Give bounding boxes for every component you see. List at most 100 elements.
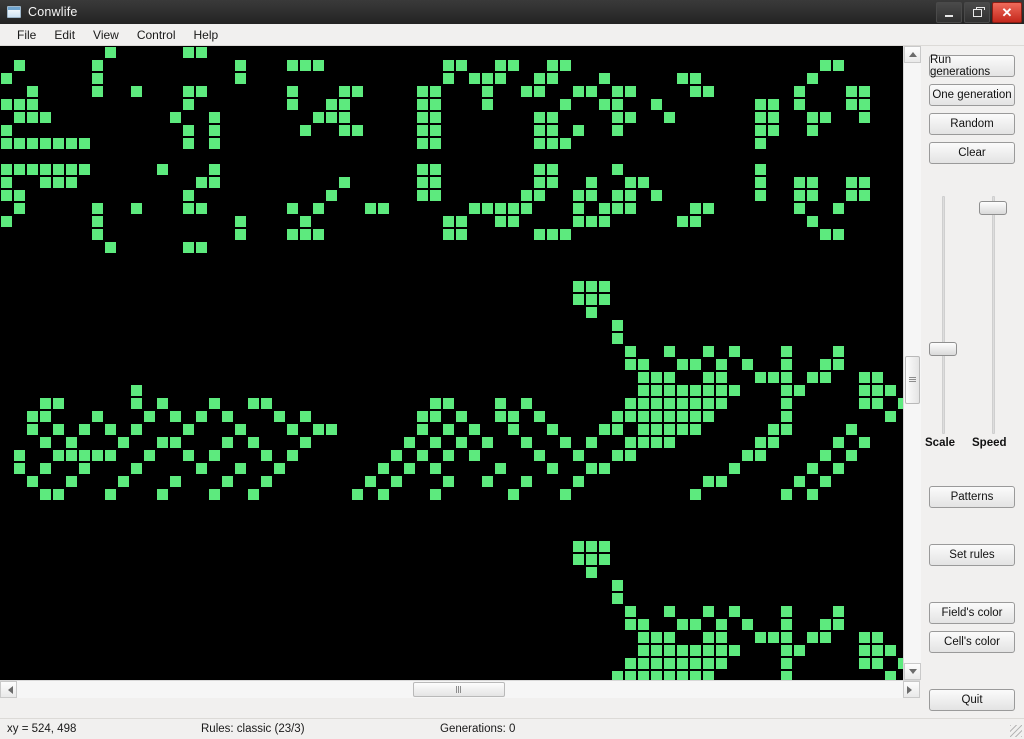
life-cell[interactable] xyxy=(547,177,558,188)
life-cell[interactable] xyxy=(833,359,844,370)
life-cell[interactable] xyxy=(586,463,597,474)
life-cell[interactable] xyxy=(716,372,727,383)
life-cell[interactable] xyxy=(443,60,454,71)
life-cell[interactable] xyxy=(638,372,649,383)
life-cell[interactable] xyxy=(859,437,870,448)
life-cell[interactable] xyxy=(677,385,688,396)
life-cell[interactable] xyxy=(27,411,38,422)
life-cell[interactable] xyxy=(352,125,363,136)
life-cell[interactable] xyxy=(586,554,597,565)
life-cell[interactable] xyxy=(638,359,649,370)
life-cell[interactable] xyxy=(183,450,194,461)
life-cell[interactable] xyxy=(339,86,350,97)
menu-item-file[interactable]: File xyxy=(8,26,45,44)
life-cell[interactable] xyxy=(794,385,805,396)
life-cell[interactable] xyxy=(703,411,714,422)
life-cell[interactable] xyxy=(430,86,441,97)
life-cell[interactable] xyxy=(183,99,194,110)
life-cell[interactable] xyxy=(781,398,792,409)
life-cell[interactable] xyxy=(222,437,233,448)
life-cell[interactable] xyxy=(1,190,12,201)
life-cell[interactable] xyxy=(612,320,623,331)
life-cell[interactable] xyxy=(430,411,441,422)
life-cell[interactable] xyxy=(53,424,64,435)
life-cell[interactable] xyxy=(183,86,194,97)
random-button[interactable]: Random xyxy=(929,113,1015,135)
life-cell[interactable] xyxy=(495,463,506,474)
life-cell[interactable] xyxy=(339,125,350,136)
life-cell[interactable] xyxy=(820,632,831,643)
life-cell[interactable] xyxy=(638,437,649,448)
life-cell[interactable] xyxy=(794,86,805,97)
life-cell[interactable] xyxy=(417,411,428,422)
life-cell[interactable] xyxy=(651,190,662,201)
life-cell[interactable] xyxy=(417,424,428,435)
menu-item-view[interactable]: View xyxy=(84,26,128,44)
life-cell[interactable] xyxy=(508,60,519,71)
life-cell[interactable] xyxy=(625,398,636,409)
life-cell[interactable] xyxy=(547,424,558,435)
life-cell[interactable] xyxy=(183,47,194,58)
life-cell[interactable] xyxy=(638,632,649,643)
life-cell[interactable] xyxy=(612,411,623,422)
life-cell[interactable] xyxy=(846,86,857,97)
life-cell[interactable] xyxy=(144,411,155,422)
life-cell[interactable] xyxy=(638,619,649,630)
life-cell[interactable] xyxy=(404,463,415,474)
life-cell[interactable] xyxy=(664,606,675,617)
life-cell[interactable] xyxy=(92,411,103,422)
life-cell[interactable] xyxy=(690,489,701,500)
life-cell[interactable] xyxy=(859,645,870,656)
life-cell[interactable] xyxy=(534,164,545,175)
life-cell[interactable] xyxy=(534,138,545,149)
life-cell[interactable] xyxy=(534,73,545,84)
life-cell[interactable] xyxy=(664,437,675,448)
life-cell[interactable] xyxy=(235,73,246,84)
life-cell[interactable] xyxy=(573,554,584,565)
life-cell[interactable] xyxy=(352,489,363,500)
life-cell[interactable] xyxy=(755,437,766,448)
life-cell[interactable] xyxy=(703,86,714,97)
life-cell[interactable] xyxy=(716,632,727,643)
life-cell[interactable] xyxy=(27,99,38,110)
life-cell[interactable] xyxy=(183,203,194,214)
life-cell[interactable] xyxy=(703,346,714,357)
life-cell[interactable] xyxy=(651,398,662,409)
life-cell[interactable] xyxy=(651,99,662,110)
life-cell[interactable] xyxy=(820,476,831,487)
life-cell[interactable] xyxy=(105,47,116,58)
life-cell[interactable] xyxy=(586,190,597,201)
life-cell[interactable] xyxy=(248,437,259,448)
life-cell[interactable] xyxy=(625,190,636,201)
life-cell[interactable] xyxy=(53,398,64,409)
life-cell[interactable] xyxy=(768,99,779,110)
life-cell[interactable] xyxy=(157,437,168,448)
life-cell[interactable] xyxy=(183,138,194,149)
life-cell[interactable] xyxy=(625,411,636,422)
life-cell[interactable] xyxy=(430,138,441,149)
life-cell[interactable] xyxy=(690,398,701,409)
life-cell[interactable] xyxy=(781,411,792,422)
life-cell[interactable] xyxy=(573,125,584,136)
life-cell[interactable] xyxy=(196,86,207,97)
life-cell[interactable] xyxy=(573,216,584,227)
life-cell[interactable] xyxy=(716,385,727,396)
life-cell[interactable] xyxy=(599,424,610,435)
life-cell[interactable] xyxy=(638,424,649,435)
life-cell[interactable] xyxy=(612,333,623,344)
life-cell[interactable] xyxy=(131,398,142,409)
life-cell[interactable] xyxy=(443,73,454,84)
life-cell[interactable] xyxy=(755,450,766,461)
life-cell[interactable] xyxy=(313,60,324,71)
life-cell[interactable] xyxy=(66,476,77,487)
life-cell[interactable] xyxy=(690,411,701,422)
life-cell[interactable] xyxy=(79,450,90,461)
life-cell[interactable] xyxy=(92,216,103,227)
life-cell[interactable] xyxy=(521,398,532,409)
horizontal-scrollbar[interactable] xyxy=(0,680,920,698)
life-cell[interactable] xyxy=(794,177,805,188)
life-cell[interactable] xyxy=(521,190,532,201)
life-cell[interactable] xyxy=(768,424,779,435)
life-cell[interactable] xyxy=(417,99,428,110)
life-cell[interactable] xyxy=(378,489,389,500)
